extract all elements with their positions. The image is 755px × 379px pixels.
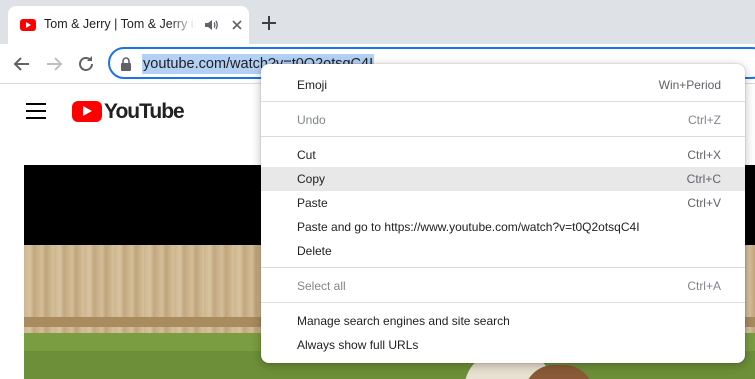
menu-separator [261,302,745,303]
menu-item-emoji[interactable]: Emoji Win+Period [261,73,745,97]
menu-icon[interactable] [26,103,46,119]
menu-item-cut[interactable]: Cut Ctrl+X [261,143,745,167]
menu-item-undo[interactable]: Undo Ctrl+Z [261,108,745,132]
menu-item-paste[interactable]: Paste Ctrl+V [261,191,745,215]
active-tab[interactable]: Tom & Jerry | Tom & Jerry in Full Screen [8,6,249,44]
menu-separator [261,267,745,268]
forward-icon[interactable] [42,52,66,76]
speaker-icon[interactable] [203,17,219,33]
menu-item-paste-and-go[interactable]: Paste and go to https://www.youtube.com/… [261,215,745,239]
menu-item-copy[interactable]: Copy Ctrl+C [261,167,745,191]
youtube-wordmark[interactable]: YouTube [104,100,185,124]
menu-item-manage-search-engines[interactable]: Manage search engines and site search [261,309,745,333]
tab-title: Tom & Jerry | Tom & Jerry in Full Screen [44,17,196,31]
youtube-favicon-icon [20,19,36,31]
youtube-logo-icon[interactable] [72,101,102,122]
reload-icon[interactable] [74,52,98,76]
back-icon[interactable] [10,52,34,76]
tab-strip: Tom & Jerry | Tom & Jerry in Full Screen [0,0,755,44]
close-tab-icon[interactable] [229,17,245,33]
new-tab-icon[interactable] [260,14,278,32]
menu-item-delete[interactable]: Delete [261,239,745,263]
menu-separator [261,101,745,102]
menu-separator [261,136,745,137]
context-menu: Emoji Win+Period Undo Ctrl+Z Cut Ctrl+X … [261,64,745,363]
menu-item-show-full-urls[interactable]: Always show full URLs [261,333,745,357]
menu-item-select-all[interactable]: Select all Ctrl+A [261,274,745,298]
lock-icon[interactable] [120,57,132,71]
